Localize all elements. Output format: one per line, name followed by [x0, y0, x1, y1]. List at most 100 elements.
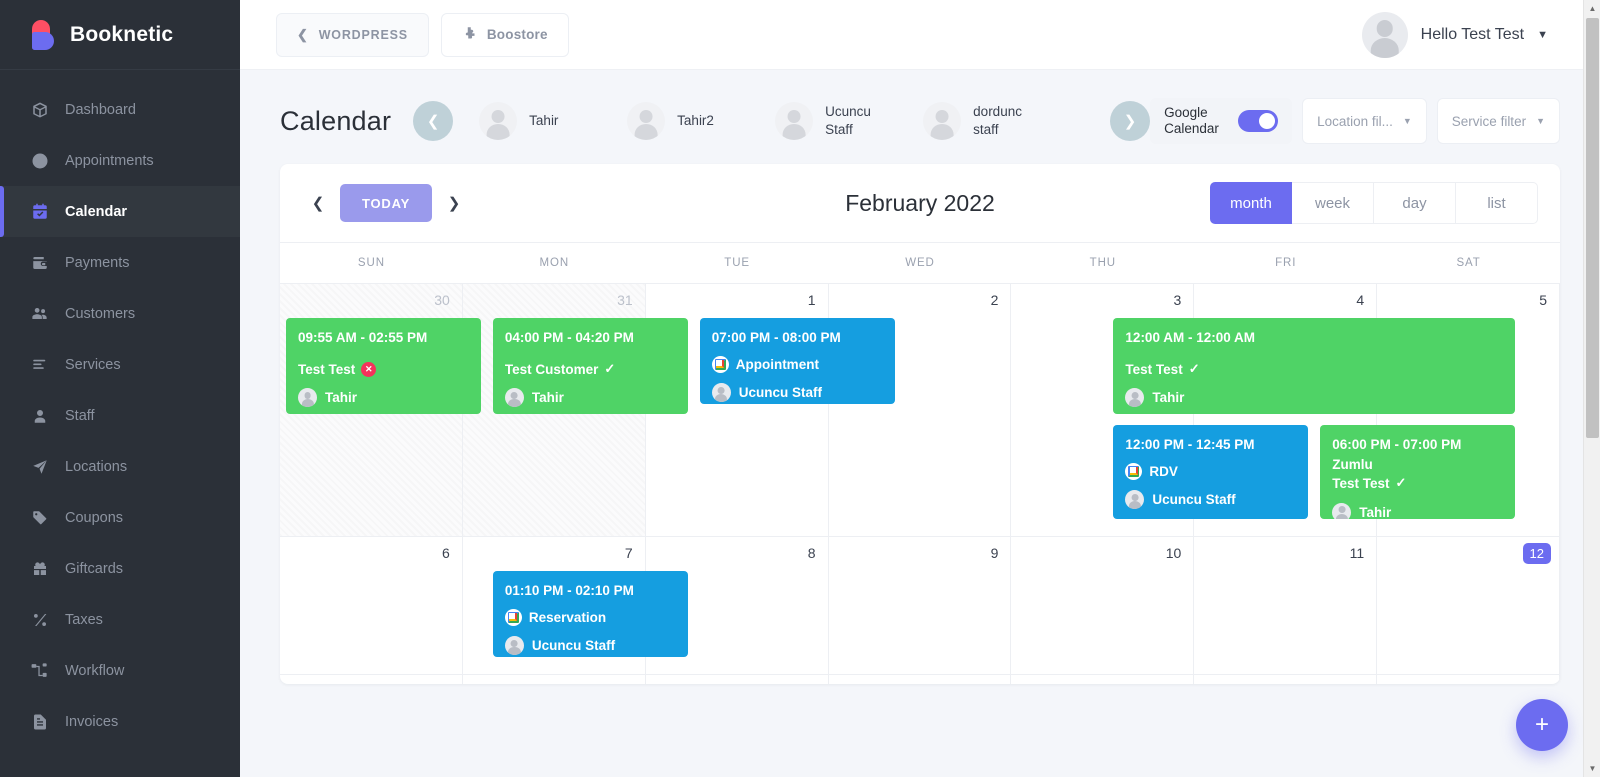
cancelled-x-icon: ✕: [361, 361, 377, 377]
calendar-event[interactable]: 12:00 AM - 12:00 AM Test Test ✓ Tahir: [1113, 318, 1516, 414]
event-customer-name: Test Test: [1125, 361, 1183, 377]
calendar-view-switcher: month week day list: [1210, 182, 1538, 224]
sidebar-item-appointments[interactable]: Appointments: [0, 135, 240, 186]
staff-chip[interactable]: dordunc staff: [923, 102, 1071, 140]
list-icon: [30, 355, 49, 374]
staff-chip[interactable]: Tahir2: [627, 102, 775, 140]
wordpress-button[interactable]: ❮ WORDPRESS: [276, 12, 429, 57]
boostore-label: Boostore: [486, 27, 548, 42]
event-staff-name: Tahir: [325, 390, 358, 406]
day-header-thu: THU: [1089, 257, 1117, 269]
sidebar-item-invoices[interactable]: Invoices: [0, 696, 240, 747]
users-icon: [30, 304, 49, 323]
clock-icon: [30, 151, 49, 170]
brand-name: Booknetic: [70, 22, 174, 46]
staff-chip[interactable]: Tahir: [479, 102, 627, 140]
calendar-week-row: 1314151617181912:00 AM - 12:00 AM: [280, 675, 1560, 684]
sidebar-item-staff[interactable]: Staff: [0, 390, 240, 441]
add-appointment-button[interactable]: +: [1516, 699, 1568, 751]
event-staff-name: Ucuncu Staff: [1152, 492, 1236, 508]
calendar-event[interactable]: 01:10 PM - 02:10 PM Reservation Ucuncu Sta…: [492, 571, 688, 657]
top-bar: ❮ WORDPRESS Boostore Hello Test Test ▼: [240, 0, 1600, 70]
event-customer: Test Test ✓: [1125, 360, 1503, 380]
event-staff: Ucuncu Staff: [1125, 490, 1296, 510]
avatar: [479, 102, 518, 140]
view-button-month[interactable]: month: [1210, 182, 1292, 224]
user-menu[interactable]: Hello Test Test ▼: [1361, 11, 1600, 58]
day-cell[interactable]: 19: [1377, 675, 1560, 684]
calendar-event[interactable]: 04:00 PM - 04:20 PM Test Customer ✓ Tahir: [492, 318, 688, 414]
view-button-week[interactable]: week: [1292, 182, 1374, 224]
sidebar-item-label: Taxes: [65, 611, 103, 628]
view-button-day[interactable]: day: [1374, 182, 1456, 224]
day-cell[interactable]: 14: [463, 675, 646, 684]
calendar-next-button[interactable]: ❯: [438, 181, 471, 225]
calendar-event[interactable]: 09:55 AM - 02:55 PM Test Test ✕ Tahir: [286, 318, 481, 414]
sidebar-item-taxes[interactable]: Taxes: [0, 594, 240, 645]
document-icon: [30, 712, 49, 731]
calendar-card: ❮ TODAY ❯ February 2022 month week day list…: [280, 164, 1560, 684]
sidebar-item-services[interactable]: Services: [0, 339, 240, 390]
sidebar-item-label: Staff: [65, 407, 95, 424]
chevron-down-icon: ▼: [1402, 116, 1412, 126]
calendar-prev-button[interactable]: ❮: [302, 181, 334, 225]
staff-name: Tahir2: [677, 112, 714, 128]
avatar: [504, 636, 524, 656]
day-cell[interactable]: 10: [1011, 537, 1195, 674]
calendar-event[interactable]: 07:00 PM - 08:00 PM Appointment Ucuncu Sta…: [699, 318, 895, 404]
brand[interactable]: Booknetic: [0, 0, 240, 70]
sidebar-item-label: Locations: [65, 458, 128, 475]
staff-name: Ucuncu Staff: [825, 103, 871, 137]
day-cell[interactable]: 12: [1377, 537, 1560, 674]
sidebar-item-coupons[interactable]: Coupons: [0, 492, 240, 543]
day-cell[interactable]: 6: [280, 537, 463, 674]
page-scrollbar[interactable]: ▲ ▼: [1583, 0, 1600, 777]
event-service: Zumlu: [1332, 456, 1373, 472]
avatar: [627, 102, 666, 140]
sidebar-item-locations[interactable]: Locations: [0, 441, 240, 492]
view-button-list[interactable]: list: [1456, 182, 1538, 224]
calendar-event[interactable]: 06:00 PM - 07:00 PM Zumlu Test Test ✓ Tahir: [1320, 425, 1516, 519]
day-number: 5: [1539, 292, 1547, 308]
boostore-button[interactable]: Boostore: [440, 12, 569, 57]
main-area: ❮ WORDPRESS Boostore Hello Test Test ▼ C…: [240, 0, 1600, 777]
day-number: 14: [617, 683, 633, 684]
today-button[interactable]: TODAY: [340, 184, 433, 222]
calendar-event[interactable]: 12:00 PM - 12:45 PM RDV Ucuncu Staff: [1113, 425, 1309, 519]
sidebar-item-workflow[interactable]: Workflow: [0, 645, 240, 696]
day-cell[interactable]: 15: [646, 675, 829, 684]
google-calendar-toggle-group: Google Calendar: [1150, 98, 1293, 144]
staff-prev-button[interactable]: ❮: [413, 101, 454, 141]
day-cell[interactable]: 17: [1011, 675, 1195, 684]
sidebar-item-giftcards[interactable]: Giftcards: [0, 543, 240, 594]
event-staff: Tahir: [504, 388, 676, 408]
avatar: [775, 102, 814, 140]
sidebar-item-dashboard[interactable]: Dashboard: [0, 84, 240, 135]
staff-next-button[interactable]: ❯: [1110, 101, 1151, 141]
day-number: 31: [617, 292, 633, 308]
location-filter-select[interactable]: Location fil... ▼: [1302, 98, 1427, 144]
google-calendar-toggle[interactable]: [1238, 110, 1279, 132]
booknetic-admin-app: Booknetic Dashboard Appointments Calendar P…: [0, 0, 1600, 777]
day-cell[interactable]: 18: [1194, 675, 1378, 684]
arrow-up-icon[interactable]: ▲: [1584, 0, 1600, 17]
chevron-down-icon[interactable]: ▼: [1537, 29, 1548, 41]
day-cell[interactable]: 11: [1194, 537, 1378, 674]
sidebar-item-payments[interactable]: Payments: [0, 237, 240, 288]
event-title: Reservation: [504, 608, 676, 628]
day-cell[interactable]: 9: [829, 537, 1012, 674]
event-time: 07:00 PM - 08:00 PM: [711, 330, 841, 345]
day-cell[interactable]: 13: [280, 675, 463, 684]
sidebar-item-customers[interactable]: Customers: [0, 288, 240, 339]
day-cell[interactable]: 16: [829, 675, 1012, 684]
event-customer: Test Test ✓: [1332, 474, 1503, 494]
staff-chip[interactable]: Ucuncu Staff: [775, 102, 923, 140]
scrollbar-thumb[interactable]: [1586, 18, 1599, 438]
event-staff: Tahir: [298, 388, 469, 408]
event-staff-name: Tahir: [531, 390, 564, 406]
sidebar-item-calendar[interactable]: Calendar: [0, 186, 240, 237]
service-filter-select[interactable]: Service filter ▼: [1436, 98, 1560, 144]
google-calendar-icon: [1125, 462, 1143, 480]
arrow-down-icon[interactable]: ▼: [1584, 760, 1600, 777]
workflow-icon: [30, 661, 49, 680]
